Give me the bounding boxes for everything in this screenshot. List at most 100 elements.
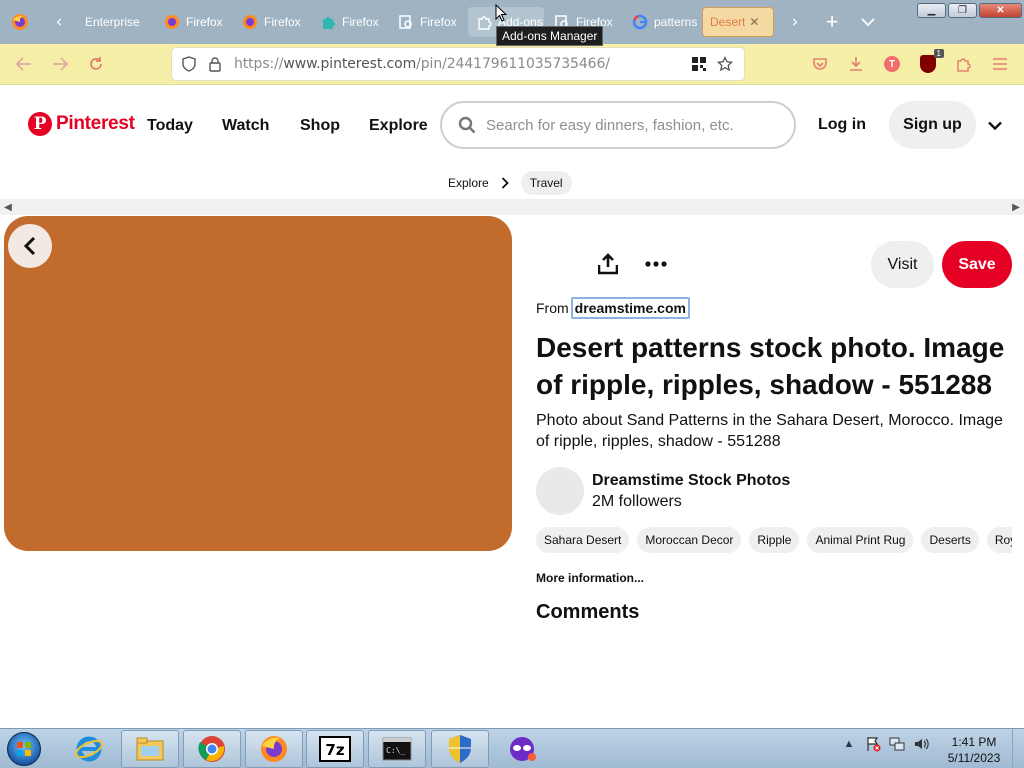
list-all-tabs-button[interactable] xyxy=(850,0,886,44)
show-hidden-icons-icon[interactable]: ▲ xyxy=(840,735,858,753)
taskbar-file-explorer[interactable] xyxy=(121,730,179,768)
close-window-button[interactable]: ✕ xyxy=(979,3,1022,18)
start-button[interactable] xyxy=(2,730,46,768)
system-tray: ▲ xyxy=(840,735,930,753)
forward-button[interactable] xyxy=(42,46,78,82)
tag-chip[interactable]: Moroccan Decor xyxy=(637,527,742,553)
creator-name[interactable]: Dreamstime Stock Photos xyxy=(592,472,790,490)
tab-scroll-left-button[interactable]: ‹ xyxy=(40,0,78,44)
taskbar-cmd[interactable]: C:\_ xyxy=(368,730,426,768)
tag-chip[interactable]: Sahara Desert xyxy=(536,527,630,553)
search-bar[interactable] xyxy=(440,101,796,149)
ellipsis-icon xyxy=(645,261,667,267)
nav-today[interactable]: Today xyxy=(147,117,193,135)
qr-code-icon[interactable] xyxy=(686,57,712,71)
volume-icon[interactable] xyxy=(912,735,930,753)
signup-button[interactable]: Sign up xyxy=(889,101,976,149)
reload-icon xyxy=(90,57,102,70)
downloads-button[interactable] xyxy=(838,48,874,80)
tab-4[interactable]: Firefox xyxy=(390,7,466,37)
share-button[interactable] xyxy=(590,246,626,282)
ublock-icon: 1 xyxy=(920,49,944,73)
new-tab-button[interactable]: + xyxy=(814,0,850,44)
pinterest-header: P Pinterest Today Watch Shop Explore Log… xyxy=(0,85,1024,169)
action-center-flag-icon[interactable] xyxy=(864,735,882,753)
show-desktop-button[interactable] xyxy=(1012,729,1024,768)
source-link[interactable]: dreamstime.com xyxy=(570,297,690,319)
tag-chip[interactable]: Deserts xyxy=(921,527,979,553)
url-text[interactable]: https://www.pinterest.com/pin/2441796110… xyxy=(228,56,686,72)
tracking-protection-icon[interactable] xyxy=(176,56,202,72)
taskbar-7zip[interactable]: 7z xyxy=(306,730,364,768)
tab-2[interactable]: Firefox xyxy=(234,7,310,37)
pin-image[interactable] xyxy=(4,216,512,551)
tab-scroll-right-button[interactable]: › xyxy=(776,0,814,44)
puzzle-teal-icon xyxy=(319,13,337,31)
chevron-down-icon xyxy=(861,18,875,27)
tab-label: Firefox xyxy=(420,15,457,29)
tab-3[interactable]: Firefox xyxy=(312,7,388,37)
tag-chip[interactable]: Royalty Free xyxy=(986,527,1012,553)
back-button[interactable] xyxy=(6,46,42,82)
taskbar-mask-app[interactable] xyxy=(493,730,551,768)
firefox-view-button[interactable] xyxy=(0,0,40,44)
taskbar-chrome[interactable] xyxy=(183,730,241,768)
extensions-button[interactable] xyxy=(946,48,982,80)
bookmark-star-icon[interactable] xyxy=(712,56,738,72)
breadcrumb-travel[interactable]: Travel xyxy=(520,171,572,195)
tab-0[interactable]: Enterprise xyxy=(78,7,154,37)
taskbar-firefox[interactable] xyxy=(245,730,303,768)
address-bar[interactable]: https://www.pinterest.com/pin/2441796110… xyxy=(172,48,744,80)
minimize-button[interactable]: ▁ xyxy=(917,3,946,18)
tab-1[interactable]: Firefox xyxy=(156,7,232,37)
tab-7[interactable]: patterns xyxy=(624,7,700,37)
taskbar-clock[interactable]: 1:41 PM 5/11/2023 xyxy=(944,734,1004,766)
cmd-icon: C:\_ xyxy=(382,737,412,761)
close-tab-icon[interactable]: ✕ xyxy=(749,15,759,29)
firefox-icon xyxy=(12,14,28,30)
network-icon[interactable] xyxy=(888,735,906,753)
clock-time: 1:41 PM xyxy=(951,735,997,749)
nav-shop[interactable]: Shop xyxy=(300,117,340,135)
search-doc-icon xyxy=(397,13,415,31)
app-menu-button[interactable] xyxy=(982,48,1018,80)
tooltip: Add-ons Manager xyxy=(496,26,604,46)
back-arrow-button[interactable] xyxy=(8,224,52,268)
search-input[interactable] xyxy=(486,116,776,134)
scroll-right-arrow-icon[interactable]: ▶ xyxy=(1008,199,1024,215)
login-button[interactable]: Log in xyxy=(808,101,876,149)
horizontal-scrollbar[interactable]: ◀ ▶ xyxy=(0,199,1024,215)
more-information-link[interactable]: More information... xyxy=(536,571,644,585)
save-button[interactable]: Save xyxy=(942,241,1012,288)
scroll-left-arrow-icon[interactable]: ◀ xyxy=(0,199,16,215)
visit-button[interactable]: Visit xyxy=(871,241,934,288)
reload-button[interactable] xyxy=(78,46,114,82)
ublock-button[interactable]: 1 xyxy=(910,48,946,80)
account-button[interactable]: T xyxy=(874,48,910,80)
more-menu-button[interactable] xyxy=(985,115,1005,135)
7zip-icon: 7z xyxy=(319,736,351,762)
taskbar-security[interactable] xyxy=(431,730,489,768)
lock-icon[interactable] xyxy=(202,56,228,72)
tab-label: Firefox xyxy=(342,15,379,29)
taskbar-internet-explorer[interactable] xyxy=(60,730,118,768)
internet-explorer-icon xyxy=(75,736,103,762)
firefox-icon xyxy=(241,13,259,31)
nav-watch[interactable]: Watch xyxy=(222,117,269,135)
hamburger-menu-icon xyxy=(993,58,1007,70)
nav-explore[interactable]: Explore xyxy=(369,117,428,135)
pinterest-logo[interactable]: P Pinterest xyxy=(28,112,135,136)
pin-title: Desert patterns stock photo. Image of ri… xyxy=(536,332,1005,400)
mask-app-icon xyxy=(510,737,536,761)
more-options-button[interactable] xyxy=(638,246,674,282)
browser-toolbar: https://www.pinterest.com/pin/2441796110… xyxy=(0,44,1024,85)
breadcrumb: Explore Travel xyxy=(448,170,572,196)
breadcrumb-explore[interactable]: Explore xyxy=(448,176,489,190)
creator-avatar[interactable] xyxy=(536,467,584,515)
tag-chip[interactable]: Animal Print Rug xyxy=(807,527,914,553)
tab-8-active[interactable]: Desert ✕ xyxy=(702,7,774,37)
tag-chip[interactable]: Ripple xyxy=(749,527,800,553)
restore-button[interactable]: ❐ xyxy=(948,3,977,18)
profile-avatar: T xyxy=(884,56,900,72)
pocket-button[interactable] xyxy=(802,48,838,80)
